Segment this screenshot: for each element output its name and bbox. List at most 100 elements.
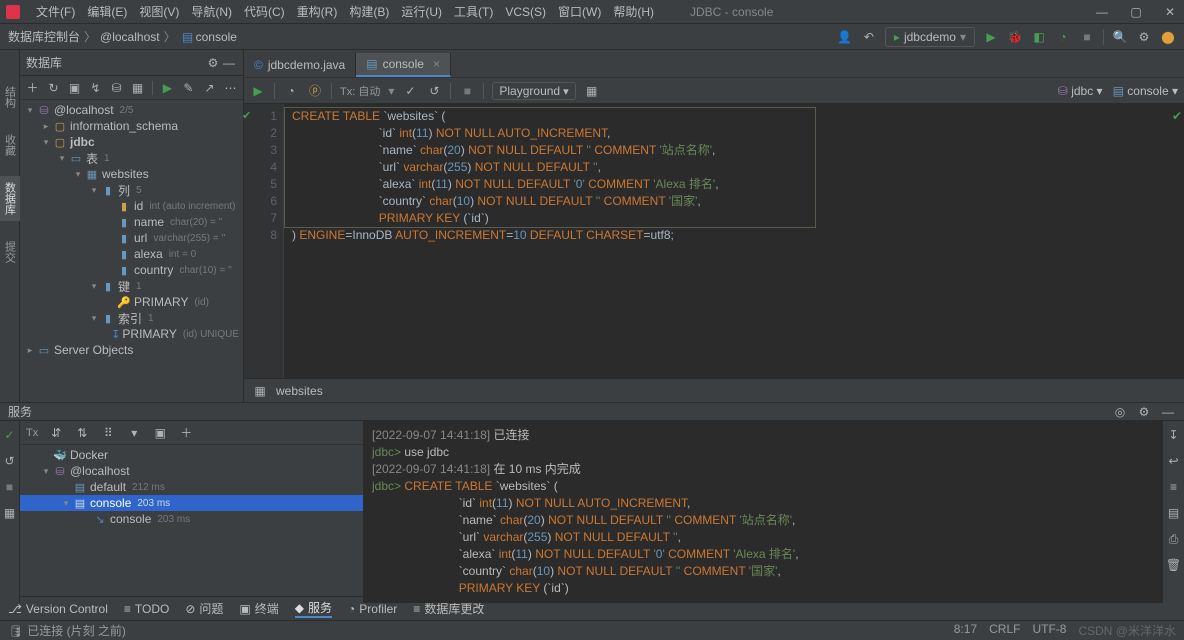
breadcrumb-b[interactable]: @localhost	[100, 30, 160, 44]
run-icon[interactable]: ▶	[983, 29, 999, 45]
status-pos[interactable]: 8:17	[954, 622, 977, 639]
settings-icon[interactable]: ⚙	[1136, 29, 1152, 45]
tree-root[interactable]: ▾⛁@localhost2/5	[20, 102, 243, 118]
vtab-bookmark[interactable]: 收藏	[0, 128, 20, 162]
hide-icon[interactable]: ▣	[152, 425, 168, 441]
tool-profiler[interactable]: ◔Profiler	[348, 602, 397, 616]
commit-icon[interactable]: ✓	[402, 83, 418, 99]
svc-docker[interactable]: 🐳Docker	[20, 447, 363, 463]
menu-window[interactable]: 窗口(W)	[552, 3, 607, 20]
wrap-icon[interactable]: ↩	[1166, 453, 1182, 469]
minimize-panel-icon[interactable]: —	[1160, 404, 1176, 420]
group-icon[interactable]: ⠿	[100, 425, 116, 441]
vtab-structure[interactable]: 结构	[0, 80, 20, 114]
add-icon[interactable]: ＋	[26, 80, 39, 96]
tree-col[interactable]: ▮countrychar(10) = ''	[20, 262, 243, 278]
result-tab-websites[interactable]: websites	[276, 384, 323, 398]
services-console-output[interactable]: [2022-09-07 14:41:18] 已连接jdbc> use jdbc[…	[364, 421, 1162, 603]
run-config-dropdown[interactable]: ▸jdbcdemo▾	[885, 27, 975, 47]
execute-icon[interactable]: ▶	[250, 83, 266, 99]
debug-icon[interactable]: 🐞	[1007, 29, 1023, 45]
tree-col[interactable]: ▮urlvarchar(255) = ''	[20, 230, 243, 246]
svc-localhost[interactable]: ▾⛁@localhost	[20, 463, 363, 479]
layout-icon[interactable]: ▦	[584, 83, 600, 99]
status-crlf[interactable]: CRLF	[989, 622, 1020, 639]
dsn-jdbc[interactable]: ⛁ jdbc ▾	[1058, 84, 1103, 98]
rollback-icon[interactable]: ↺	[426, 83, 442, 99]
scroll-icon[interactable]: ↧	[1166, 427, 1182, 443]
menu-view[interactable]: 视图(V)	[133, 3, 185, 20]
tool-services[interactable]: ◆服务	[295, 599, 332, 618]
tab-console[interactable]: ▤console×	[356, 53, 451, 77]
collapse-icon[interactable]: ⇅	[74, 425, 90, 441]
query-run-icon[interactable]: ▶	[161, 80, 174, 96]
tool-terminal[interactable]: ▣终端	[239, 600, 278, 617]
target-icon[interactable]: ◎	[1112, 404, 1128, 420]
tool-problems[interactable]: ⊘问题	[185, 600, 223, 617]
breadcrumb-a[interactable]: 数据库控制台	[8, 28, 80, 45]
avatar-icon[interactable]: ⬤	[1160, 29, 1176, 45]
svc-default[interactable]: ▤default212 ms	[20, 479, 363, 495]
maximize-icon[interactable]: ▢	[1128, 4, 1144, 20]
tx-icon[interactable]: ↯	[89, 80, 102, 96]
edit-icon[interactable]: ✎	[182, 80, 195, 96]
diagram-icon[interactable]: ▦	[131, 80, 144, 96]
search-icon[interactable]: 🔍	[1112, 29, 1128, 45]
tab-close-icon[interactable]: ×	[433, 57, 440, 71]
tree-index[interactable]: ↧PRIMARY(id) UNIQUE	[20, 326, 243, 342]
tree-server-objects[interactable]: ▸▭Server Objects	[20, 342, 243, 358]
menu-tools[interactable]: 工具(T)	[448, 3, 499, 20]
menu-file[interactable]: 文件(F)	[30, 3, 81, 20]
filter-icon[interactable]: ▾	[126, 425, 142, 441]
tree-col[interactable]: ▮idint (auto increment)	[20, 198, 243, 214]
goto-icon[interactable]: ↗	[203, 80, 216, 96]
menu-run[interactable]: 运行(U)	[395, 3, 448, 20]
tree-keys[interactable]: ▾▮键1	[20, 278, 243, 294]
tree-schema[interactable]: ▸▢information_schema	[20, 118, 243, 134]
expand-icon[interactable]: ⇵	[48, 425, 64, 441]
print-icon[interactable]: ⎙	[1166, 531, 1182, 547]
more-icon[interactable]: ⋯	[224, 80, 237, 96]
cancel-icon[interactable]: ■	[2, 479, 18, 495]
explain-icon[interactable]: ⓟ	[307, 83, 323, 99]
menu-vcs[interactable]: VCS(S)	[499, 5, 552, 19]
menu-navigate[interactable]: 导航(N)	[185, 3, 238, 20]
layers-icon[interactable]: ≡	[1166, 479, 1182, 495]
profile-icon[interactable]: ◔	[1055, 29, 1071, 45]
dsn-console[interactable]: ▤ console ▾	[1113, 84, 1178, 98]
menu-edit[interactable]: 编辑(E)	[81, 3, 133, 20]
stop-icon[interactable]: ■	[1079, 29, 1095, 45]
tool-todo[interactable]: ≡TODO	[124, 602, 169, 616]
tx-mode[interactable]: Tx: 自动	[340, 83, 380, 99]
refresh-icon[interactable]: ↻	[47, 80, 60, 96]
stop-icon[interactable]: ▣	[68, 80, 81, 96]
playground-toggle[interactable]: Playground ▾	[492, 82, 575, 100]
filter-icon[interactable]: ⛁	[110, 80, 123, 96]
layout-icon[interactable]: ▦	[2, 505, 18, 521]
commit-icon[interactable]: ✓	[2, 427, 18, 443]
vtab-database[interactable]: 数据库	[0, 176, 20, 221]
user-add-icon[interactable]: 👤	[837, 29, 853, 45]
tree-tables[interactable]: ▾▭表1	[20, 150, 243, 166]
database-tree[interactable]: ▾⛁@localhost2/5 ▸▢information_schema ▾▢j…	[20, 100, 243, 402]
close-icon[interactable]: ✕	[1162, 4, 1178, 20]
add-icon[interactable]: ＋	[178, 425, 194, 441]
coverage-icon[interactable]: ◧	[1031, 29, 1047, 45]
history-icon[interactable]: ◔	[283, 83, 299, 99]
tree-key[interactable]: 🔑PRIMARY(id)	[20, 294, 243, 310]
tree-schema-jdbc[interactable]: ▾▢jdbc	[20, 134, 243, 150]
rollback-icon[interactable]: ↺	[2, 453, 18, 469]
minimize-icon[interactable]: —	[1094, 4, 1110, 20]
tree-col[interactable]: ▮namechar(20) = ''	[20, 214, 243, 230]
minimize-panel-icon[interactable]: —	[221, 55, 237, 71]
tab-jdbcdemo[interactable]: ©jdbcdemo.java	[244, 53, 356, 77]
vtab-pr[interactable]: 提交	[0, 235, 20, 269]
svc-console-child[interactable]: ↘console203 ms	[20, 511, 363, 527]
clear-icon[interactable]: 🗑	[1166, 557, 1182, 573]
gear-icon[interactable]: ⚙	[1136, 404, 1152, 420]
menu-help[interactable]: 帮助(H)	[607, 3, 660, 20]
breadcrumb-c[interactable]: console	[196, 30, 237, 44]
tree-indexes[interactable]: ▾▮索引1	[20, 310, 243, 326]
svc-console[interactable]: ▾▤console203 ms	[20, 495, 363, 511]
output-icon[interactable]: ▤	[1166, 505, 1182, 521]
